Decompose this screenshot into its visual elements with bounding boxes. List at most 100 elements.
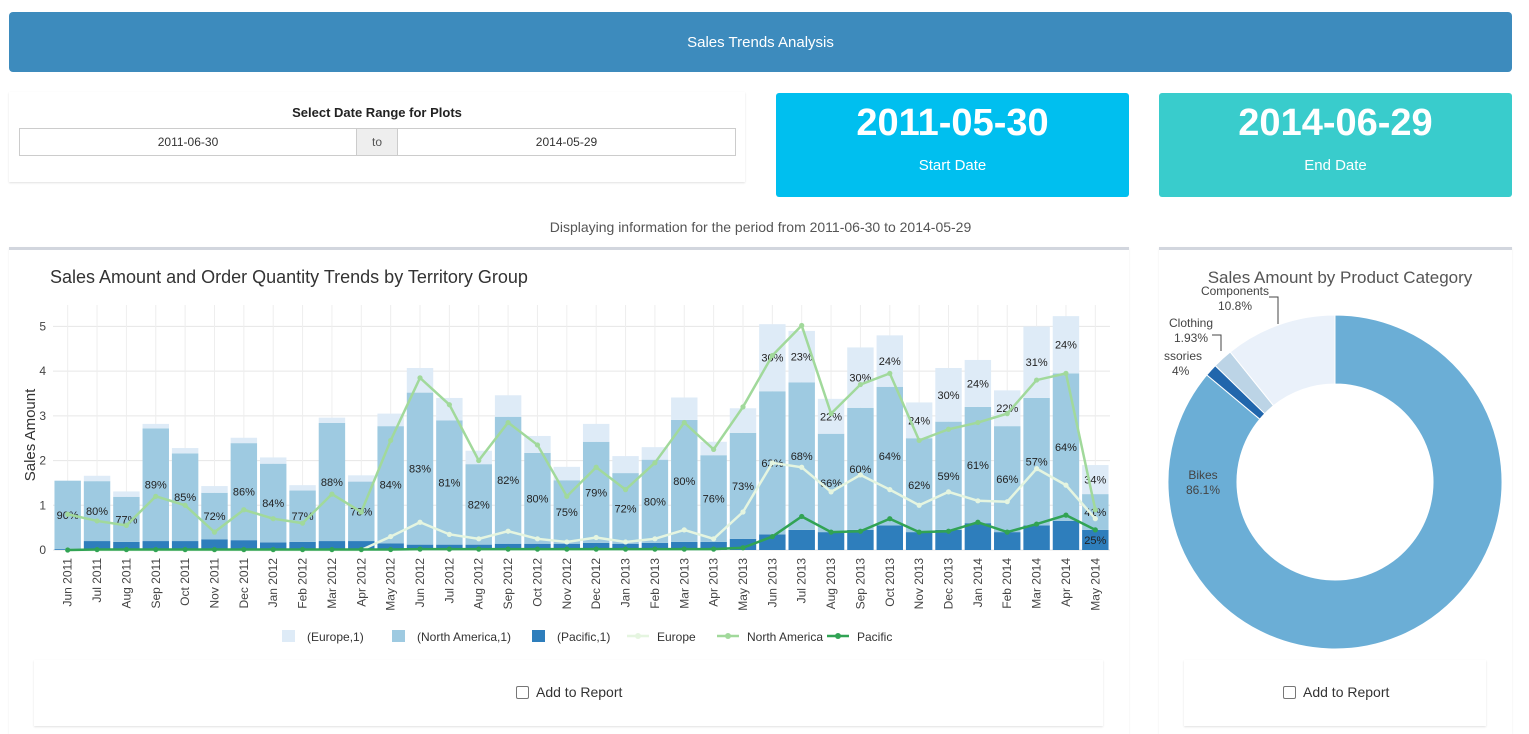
legend-swatch: [392, 630, 405, 642]
date-range-panel: Select Date Range for Plots 2011-06-30 t…: [9, 92, 745, 182]
line-point: [417, 375, 423, 381]
line-point: [740, 404, 746, 410]
x-tick-label: Oct 2011: [178, 558, 192, 606]
x-tick-label: Nov 2011: [207, 558, 221, 609]
line-point: [123, 522, 130, 529]
line-point: [740, 545, 746, 551]
line-point: [388, 533, 394, 540]
end-date-input[interactable]: 2014-05-29: [397, 128, 736, 156]
x-tick-label: Sep 2013: [853, 558, 867, 610]
bar-data-label: 72%: [203, 511, 225, 523]
start-date-label: Start Date: [918, 157, 987, 174]
bar-data-label: 80%: [526, 493, 548, 505]
line-point: [887, 487, 893, 493]
line-point: [564, 546, 570, 552]
legend-swatch: [282, 630, 295, 642]
line-point: [1033, 377, 1040, 383]
bar: [201, 486, 228, 493]
line-point: [417, 546, 423, 552]
line-point: [270, 516, 276, 522]
line-point: [769, 460, 775, 466]
trends-chart: Sales Amount and Order Quantity Trends b…: [22, 267, 1110, 644]
x-tick-label: Nov 2013: [912, 558, 926, 610]
line-point: [681, 527, 687, 533]
add-to-report-checkbox[interactable]: [1283, 685, 1296, 699]
x-tick-label: Jan 2014: [971, 558, 985, 608]
line-point: [916, 502, 922, 508]
pie-label-bikes: Bikes: [1188, 468, 1217, 482]
legend-label: North America: [747, 630, 823, 644]
end-date-label: End Date: [1304, 157, 1367, 174]
add-to-report-trends[interactable]: Add to Report: [516, 684, 622, 700]
line-point: [182, 502, 188, 508]
line-point: [505, 546, 511, 552]
x-tick-label: Dec 2012: [589, 558, 603, 610]
bar-data-label: 59%: [937, 471, 959, 483]
line-point: [916, 529, 922, 535]
bar: [788, 529, 815, 550]
x-tick-label: Jun 2011: [61, 558, 75, 607]
pie-leader-components: [1269, 296, 1279, 324]
x-tick-label: Jul 2013: [795, 558, 809, 604]
date-range-separator: to: [357, 128, 397, 156]
line-point: [505, 528, 511, 534]
trends-chart-title: Sales Amount and Order Quantity Trends b…: [50, 267, 528, 287]
add-to-report-category[interactable]: Add to Report: [1283, 684, 1389, 700]
bar: [964, 523, 992, 550]
line-point: [652, 536, 658, 542]
x-tick-label: Mar 2014: [1030, 558, 1044, 609]
bar-data-label: 88%: [321, 477, 343, 489]
line-point: [945, 426, 952, 432]
bar-data-label: 72%: [615, 503, 637, 515]
trends-panel: Sales Amount and Order Quantity Trends b…: [9, 247, 1129, 734]
category-panel: Sales Amount by Product Category Bikes 8…: [1159, 247, 1512, 734]
x-tick-label: Jun 2013: [765, 558, 779, 608]
line-point: [769, 352, 775, 359]
line-point: [799, 464, 805, 470]
x-tick-label: May 2013: [736, 558, 750, 611]
line-point: [975, 498, 981, 504]
line-point: [887, 516, 893, 522]
line-point: [711, 536, 717, 542]
bar-data-label: 73%: [732, 481, 754, 493]
bar-data-label: 80%: [644, 496, 666, 508]
line-point: [1092, 516, 1098, 522]
period-text: Displaying information for the period fr…: [549, 219, 972, 235]
x-tick-label: Nov 2012: [560, 558, 574, 610]
bar: [994, 532, 1021, 550]
line-point: [211, 546, 218, 553]
line-point: [975, 419, 981, 426]
legend-marker: [635, 633, 641, 639]
bar-data-label: 79%: [585, 487, 607, 499]
bar: [1052, 520, 1080, 550]
line-point: [182, 546, 188, 553]
bar-data-label: 84%: [262, 498, 284, 510]
legend-marker: [725, 633, 731, 639]
line-point: [417, 519, 423, 525]
bar: [230, 437, 258, 444]
start-date-input[interactable]: 2011-06-30: [19, 128, 357, 156]
add-to-report-label: Add to Report: [536, 684, 623, 700]
x-tick-label: Jan 2012: [266, 558, 280, 608]
line-point: [299, 520, 306, 526]
line-point: [123, 546, 130, 553]
y-tick-label: 2: [39, 454, 46, 468]
x-tick-label: Jun 2012: [413, 558, 427, 608]
add-to-report-checkbox[interactable]: [516, 685, 529, 699]
bar-data-label: 86%: [233, 487, 255, 499]
bar: [1023, 525, 1050, 550]
legend-label: (Pacific,1): [557, 630, 610, 644]
legend-label: (North America,1): [417, 630, 511, 644]
bar: [671, 397, 698, 420]
y-tick-label: 4: [39, 364, 46, 378]
line-point: [446, 402, 452, 408]
x-tick-label: Aug 2012: [472, 558, 486, 610]
line-point: [681, 419, 687, 426]
line-point: [593, 546, 599, 552]
line-point: [622, 487, 629, 493]
line-point: [622, 546, 629, 552]
line-point: [94, 518, 100, 524]
bar-data-label: 24%: [879, 356, 901, 368]
line-point: [534, 546, 541, 552]
x-tick-label: May 2012: [384, 558, 398, 611]
